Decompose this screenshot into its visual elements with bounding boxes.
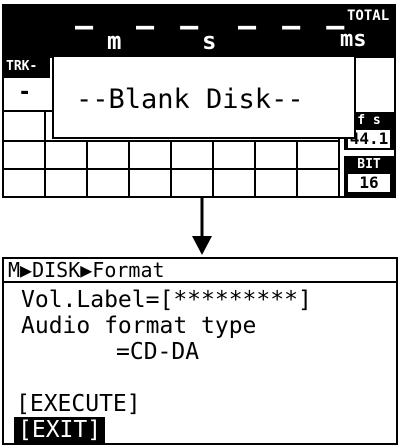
track-cell: [86, 168, 130, 198]
exit-menu-item[interactable]: [EXIT]: [14, 417, 106, 443]
track-cell: [128, 168, 172, 198]
track-cell: [254, 140, 298, 170]
track-cell: [212, 140, 256, 170]
menu-breadcrumb: M▶DISK▶Format: [4, 259, 396, 283]
track-cell: [2, 110, 46, 142]
seconds-value: – –: [136, 9, 203, 44]
total-label: TOTAL: [347, 8, 390, 24]
bit-depth-value: 16: [348, 174, 390, 192]
blank-disk-popup: --Blank Disk--: [52, 55, 356, 139]
track-cell: [170, 140, 214, 170]
track-cell: [296, 168, 340, 198]
popup-message: --Blank Disk--: [76, 84, 304, 115]
frames-value: – – –: [238, 9, 349, 44]
minutes-value: –: [75, 9, 96, 44]
arrow-down-icon: [192, 198, 212, 255]
track-cell: [212, 168, 256, 198]
total-unit: ms: [340, 27, 367, 52]
track-cell: [86, 140, 130, 170]
execute-menu-item[interactable]: [EXECUTE]: [16, 391, 141, 417]
track-cell: [128, 140, 172, 170]
bit-depth-indicator: BIT 16: [344, 156, 394, 196]
audio-format-label: Audio format type: [21, 313, 257, 339]
seconds-unit: s: [202, 27, 217, 55]
lower-lcd-menu: M▶DISK▶Format Vol.Label=[*********] Audi…: [2, 257, 398, 445]
track-label: TRK-: [2, 56, 50, 78]
track-cell: [2, 168, 46, 198]
track-cell: [44, 168, 88, 198]
upper-lcd-screen: – m – – s – – – TOTAL ms TRK- - f s 44.1: [0, 0, 401, 198]
audio-format-value[interactable]: =CD-DA: [116, 339, 199, 365]
track-cell: [170, 168, 214, 198]
track-cell: [254, 168, 298, 198]
bit-depth-label: BIT: [357, 157, 381, 172]
track-cell: [296, 140, 340, 170]
track-cell: [44, 140, 88, 170]
time-display-bar: – m – – s – – – TOTAL ms: [2, 4, 396, 59]
minutes-unit: m: [107, 27, 122, 55]
track-cell: [2, 140, 46, 170]
volume-label-field[interactable]: Vol.Label=[*********]: [21, 287, 312, 313]
track-value: -: [18, 80, 32, 105]
